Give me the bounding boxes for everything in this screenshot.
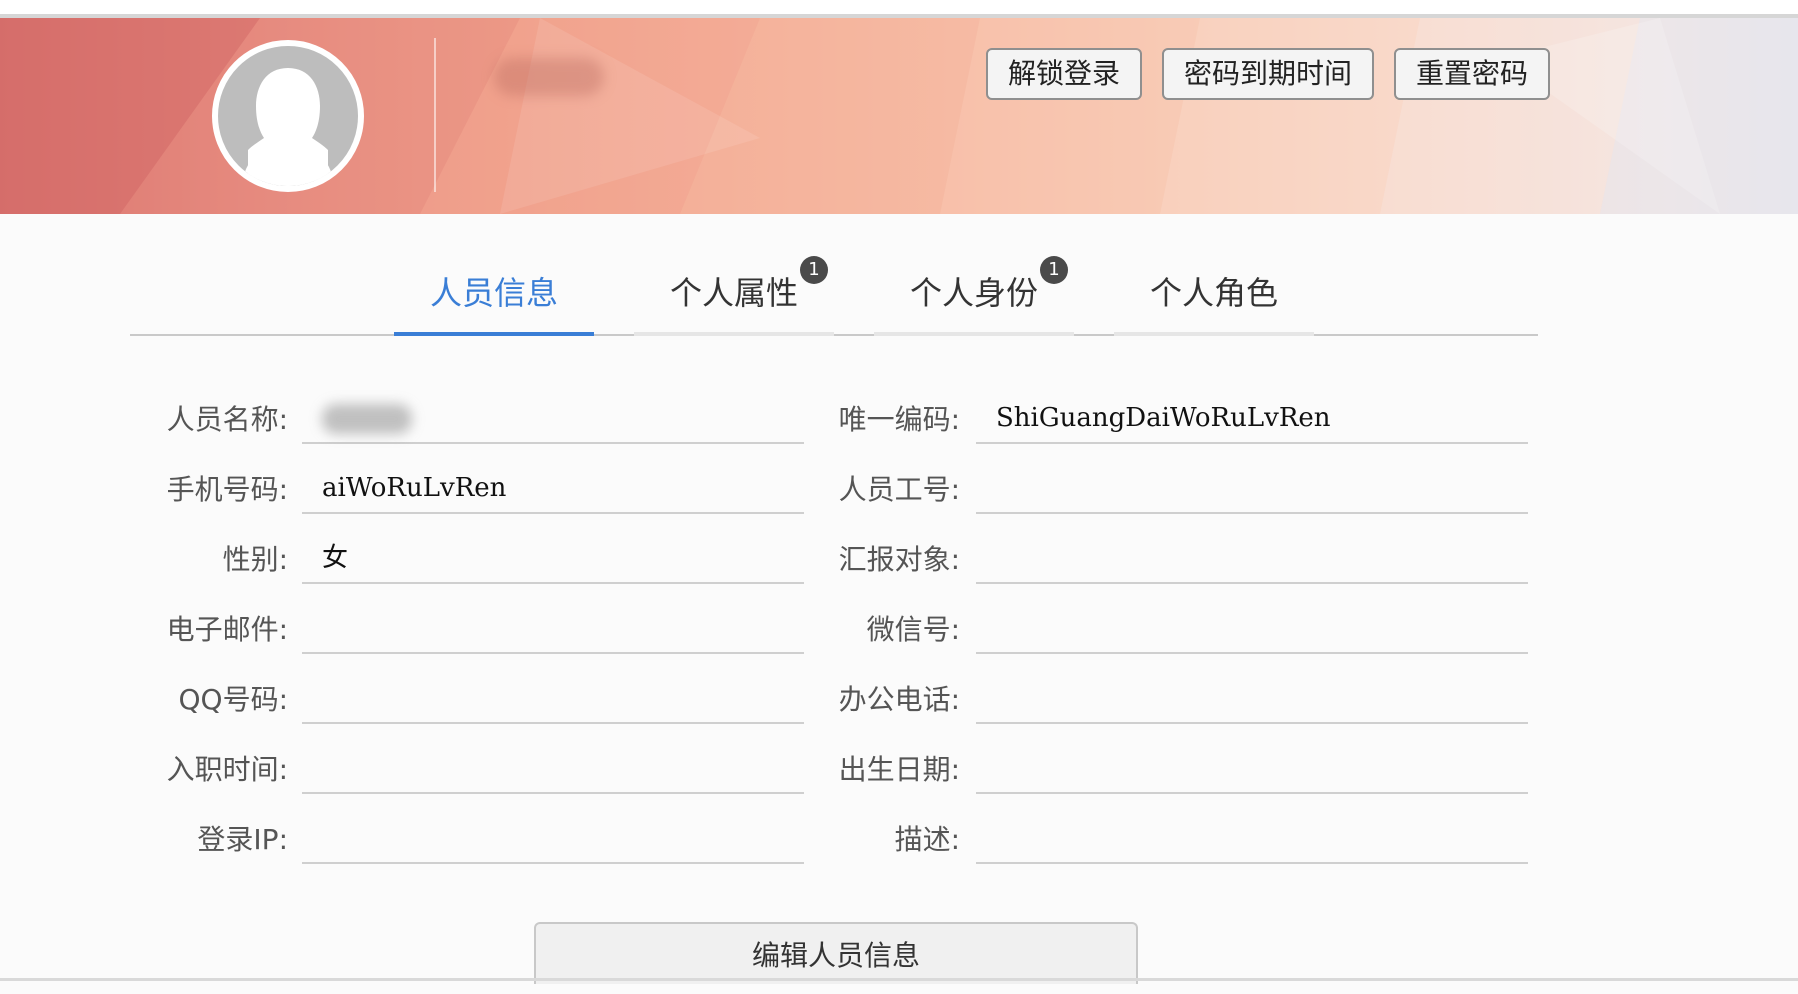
value-gender: 女: [302, 536, 804, 584]
label-hire-date: 入职时间:: [166, 753, 288, 786]
label-email: 电子邮件:: [166, 613, 288, 646]
reset-password-button[interactable]: 重置密码: [1394, 48, 1550, 100]
label-qq: QQ号码:: [178, 683, 288, 716]
tab-personnel-info[interactable]: 人员信息: [394, 266, 594, 336]
bottom-border: [0, 978, 1798, 981]
tab-personal-roles[interactable]: 个人角色: [1114, 266, 1314, 336]
value-employee-id: [976, 466, 1528, 514]
label-gender: 性别:: [222, 543, 288, 576]
profile-banner: 解锁登录 密码到期时间 重置密码: [0, 18, 1798, 214]
user-avatar-icon: [212, 40, 364, 192]
user-name-redacted: [494, 58, 604, 96]
value-wechat: [976, 606, 1528, 654]
label-employee-id: 人员工号:: [838, 473, 960, 506]
value-phone: aiWoRuLvRen: [302, 466, 804, 514]
value-hire-date: [302, 746, 804, 794]
label-reports-to: 汇报对象:: [838, 543, 960, 576]
value-login-ip: [302, 816, 804, 864]
name-redacted: [322, 404, 412, 434]
label-phone: 手机号码:: [166, 473, 288, 506]
tab-label: 人员信息: [429, 274, 558, 312]
tab-underline: [1114, 332, 1314, 336]
label-description: 描述:: [894, 823, 960, 856]
tab-underline: [394, 332, 594, 336]
label-name: 人员名称:: [166, 403, 288, 436]
label-birth-date: 出生日期:: [838, 753, 960, 786]
label-office-phone: 办公电话:: [838, 683, 960, 716]
value-unique-code: ShiGuangDaiWoRuLvRen: [976, 396, 1528, 444]
tab-label: 个人属性: [669, 274, 798, 312]
value-description: [976, 816, 1528, 864]
banner-divider: [434, 38, 436, 192]
tab-label: 个人身份: [909, 274, 1038, 312]
edit-personnel-info-button[interactable]: 编辑人员信息: [534, 922, 1138, 984]
tab-underline: [874, 332, 1074, 336]
label-unique-code: 唯一编码:: [838, 403, 960, 436]
tabs-baseline: [130, 334, 1538, 336]
value-reports-to: [976, 536, 1528, 584]
value-qq: [302, 676, 804, 724]
label-wechat: 微信号:: [866, 613, 960, 646]
value-name: [302, 396, 804, 444]
tab-label: 个人角色: [1149, 274, 1278, 312]
tab-personal-identity[interactable]: 个人身份 1: [874, 256, 1074, 336]
label-login-ip: 登录IP:: [197, 823, 288, 856]
count-badge: 1: [1040, 256, 1068, 284]
unlock-login-button[interactable]: 解锁登录: [986, 48, 1142, 100]
tab-underline: [634, 332, 834, 336]
count-badge: 1: [800, 256, 828, 284]
password-expiry-button[interactable]: 密码到期时间: [1162, 48, 1374, 100]
value-office-phone: [976, 676, 1528, 724]
value-email: [302, 606, 804, 654]
value-birth-date: [976, 746, 1528, 794]
tab-personal-attributes[interactable]: 个人属性 1: [634, 256, 834, 336]
